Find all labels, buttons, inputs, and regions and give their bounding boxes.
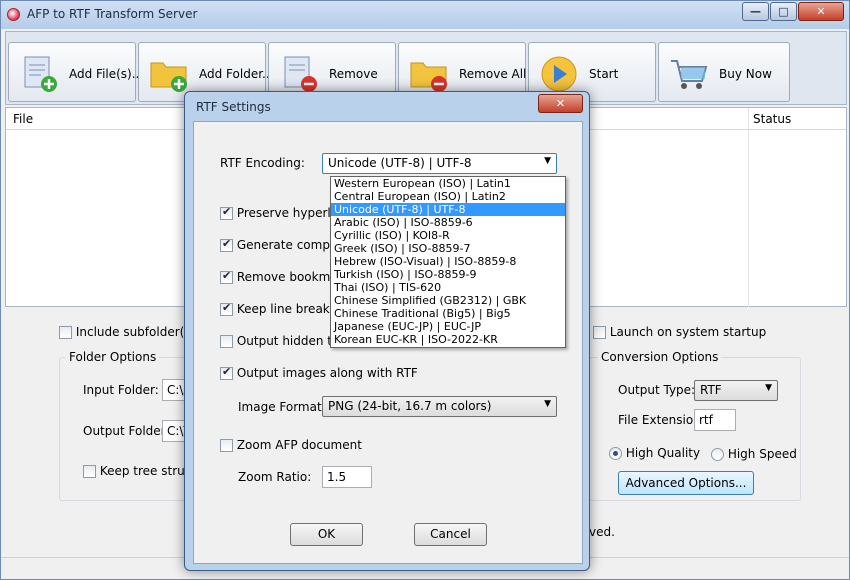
output-images-checkbox[interactable] <box>220 365 233 380</box>
encoding-label: RTF Encoding: <box>220 156 305 170</box>
chevron-down-icon: ▼ <box>544 156 551 166</box>
output-type-label: Output Type: <box>618 383 696 397</box>
high-speed-label: High Speed <box>727 447 797 461</box>
remove-file-icon <box>284 56 317 92</box>
column-file[interactable]: File <box>13 112 33 126</box>
high-quality-label: High Quality <box>625 446 701 460</box>
dialog-body: RTF Encoding: Unicode (UTF-8) | UTF-8 ▼ … <box>193 121 583 564</box>
output-folder-label: Output Folder: <box>83 424 170 438</box>
dialog-close-button[interactable]: ✕ <box>538 94 583 113</box>
option-row-1[interactable]: Generate complex <box>220 237 348 252</box>
buy-now-label: Buy Now <box>719 67 772 81</box>
output-hidden-text-checkbox[interactable] <box>220 335 233 348</box>
add-folder-label: Add Folder... <box>199 67 274 81</box>
encoding-option[interactable]: Chinese Traditional (Big5) | Big5 <box>331 307 565 320</box>
high-speed-option[interactable]: High Speed <box>711 447 797 461</box>
minimize-button[interactable]: — <box>742 2 769 21</box>
buy-now-button[interactable]: Buy Now <box>658 42 790 102</box>
remove-folder-icon <box>410 62 447 92</box>
zoom-afp-option[interactable]: Zoom AFP document <box>220 438 362 452</box>
image-format-select[interactable]: PNG (24-bit, 16.7 m colors) ▼ <box>322 396 557 417</box>
zoom-ratio-field[interactable]: 1.5 <box>322 466 372 488</box>
start-label: Start <box>589 67 619 81</box>
app-icon <box>7 8 20 21</box>
high-quality-option[interactable]: High Quality <box>609 446 700 460</box>
encoding-option[interactable]: Hebrew (ISO-Visual) | ISO-8859-8 <box>331 255 565 268</box>
encoding-option[interactable]: Unicode (UTF-8) | UTF-8 <box>331 203 565 216</box>
rtf-settings-dialog: RTF Settings ✕ RTF Encoding: Unicode (UT… <box>184 91 590 571</box>
column-separator <box>748 108 749 308</box>
include-subfolders-checkbox[interactable] <box>59 326 72 339</box>
ok-button[interactable]: OK <box>290 523 363 546</box>
launch-startup-option[interactable]: Launch on system startup <box>593 325 766 339</box>
remove-label: Remove <box>329 67 378 81</box>
chevron-down-icon: ▼ <box>765 383 772 393</box>
column-status[interactable]: Status <box>753 112 791 126</box>
zoom-afp-checkbox[interactable] <box>220 439 233 452</box>
add-file-icon <box>24 56 57 92</box>
generate-complex-checkbox[interactable] <box>220 237 233 252</box>
keep-line-breaks-checkbox[interactable] <box>220 301 233 316</box>
encoding-value: Unicode (UTF-8) | UTF-8 <box>328 156 472 170</box>
add-files-label: Add File(s)... <box>69 67 144 81</box>
add-files-button[interactable]: Add File(s)... <box>8 42 143 102</box>
encoding-option[interactable]: Western European (ISO) | Latin1 <box>331 177 565 190</box>
remove-all-label: Remove All <box>459 67 527 81</box>
advanced-options-button[interactable]: Advanced Options... <box>618 471 754 495</box>
maximize-button[interactable]: □ <box>770 2 797 21</box>
dialog-title: RTF Settings <box>196 100 271 114</box>
keep-tree-checkbox[interactable] <box>83 465 96 478</box>
zoom-afp-label: Zoom AFP document <box>236 438 362 452</box>
title-bar: AFP to RTF Transform Server — □ ✕ <box>1 1 849 29</box>
launch-startup-checkbox[interactable] <box>593 326 606 339</box>
status-text: ved. <box>589 525 615 539</box>
input-folder-label: Input Folder: <box>83 383 159 397</box>
encoding-select[interactable]: Unicode (UTF-8) | UTF-8 ▼ <box>322 153 557 174</box>
remove-bookmarks-label: Remove bookmar <box>236 270 343 284</box>
play-icon <box>541 56 577 92</box>
folder-options-title: Folder Options <box>66 350 160 364</box>
encoding-option[interactable]: Chinese Simplified (GB2312) | GBK <box>331 294 565 307</box>
encoding-option[interactable]: Japanese (EUC-JP) | EUC-JP <box>331 320 565 333</box>
option-row-5[interactable]: Output images along with RTF <box>220 365 418 380</box>
close-button[interactable]: ✕ <box>798 2 844 21</box>
encoding-option[interactable]: Thai (ISO) | TIS-620 <box>331 281 565 294</box>
image-format-label: Image Format: <box>238 400 326 414</box>
output-type-value: RTF <box>700 383 722 397</box>
conversion-options-title: Conversion Options <box>598 350 722 364</box>
file-extension-field[interactable]: rtf <box>694 409 736 431</box>
encoding-option[interactable]: Korean EUC-KR | ISO-2022-KR <box>331 333 565 346</box>
preserve-hyperlink-checkbox[interactable] <box>220 205 233 220</box>
remove-bookmarks-checkbox[interactable] <box>220 269 233 284</box>
zoom-ratio-label: Zoom Ratio: <box>238 470 312 484</box>
chevron-down-icon: ▼ <box>544 399 551 409</box>
encoding-option[interactable]: Turkish (ISO) | ISO-8859-9 <box>331 268 565 281</box>
window-title: AFP to RTF Transform Server <box>27 7 198 21</box>
add-folder-icon <box>150 62 187 92</box>
encoding-option[interactable]: Central European (ISO) | Latin2 <box>331 190 565 203</box>
option-row-3[interactable]: Keep line breaks b <box>220 301 347 316</box>
encoding-dropdown-list[interactable]: Western European (ISO) | Latin1 Central E… <box>330 176 566 348</box>
encoding-option[interactable]: Cyrillic (ISO) | KOI8-R <box>331 229 565 242</box>
image-format-value: PNG (24-bit, 16.7 m colors) <box>328 399 492 413</box>
cart-icon <box>671 60 708 89</box>
encoding-option[interactable]: Arabic (ISO) | ISO-8859-6 <box>331 216 565 229</box>
conversion-options-group: Conversion Options Output Type: RTF ▼ Fi… <box>589 350 801 501</box>
launch-startup-label: Launch on system startup <box>609 325 767 339</box>
include-subfolders-option[interactable]: Include subfolder(s) <box>59 325 195 339</box>
file-extension-label: File Extension: <box>618 413 705 427</box>
high-speed-radio[interactable] <box>711 448 724 461</box>
output-type-select[interactable]: RTF ▼ <box>694 380 778 401</box>
high-quality-radio[interactable] <box>609 447 622 460</box>
output-images-label: Output images along with RTF <box>236 366 418 380</box>
include-subfolders-label: Include subfolder(s) <box>75 325 196 339</box>
encoding-option[interactable]: Greek (ISO) | ISO-8859-7 <box>331 242 565 255</box>
option-row-2[interactable]: Remove bookmar <box>220 269 343 284</box>
cancel-button[interactable]: Cancel <box>414 523 487 546</box>
